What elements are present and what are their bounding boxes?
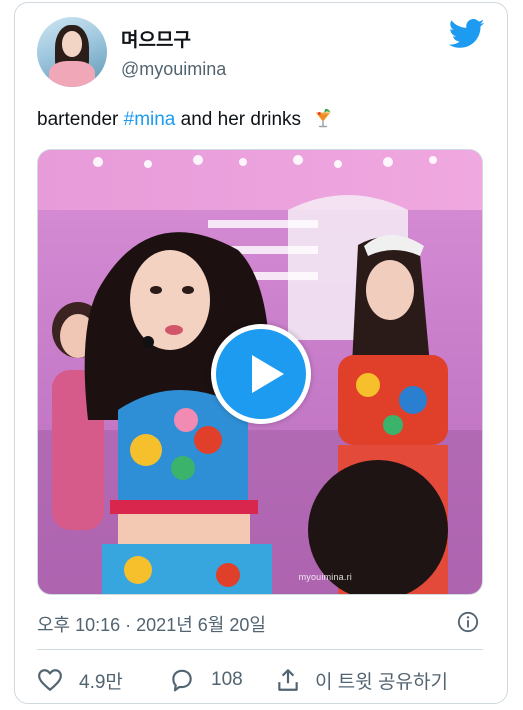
like-button[interactable]: 4.9만 [37,665,123,695]
play-icon [252,355,284,393]
info-icon[interactable] [457,611,479,633]
author-display-name[interactable]: 며으므구 [121,25,191,52]
tweet-card[interactable]: 며으므구 @myouimina bartender #mina and her … [14,2,508,704]
avatar[interactable] [37,17,107,87]
twitter-bird-icon[interactable] [449,19,485,49]
share-label: 이 트윗 공유하기 [315,671,448,693]
drink-emoji-icon [316,108,331,128]
reply-bubble-icon [172,669,192,692]
heart-icon [38,669,62,691]
video-thumbnail[interactable]: myouimina.ri [37,149,483,595]
tweet-text: bartender #mina and her drinks [37,107,334,131]
video-watermark: myouimina.ri [298,572,352,582]
avatar-outfit [49,61,95,87]
divider [37,649,483,650]
share-button[interactable]: 이 트윗 공유하기 [275,665,448,695]
action-bar: 4.9만 108 이 트윗 공유하기 [37,665,483,695]
play-button[interactable] [211,324,311,424]
share-icon [278,669,298,691]
author-handle[interactable]: @myouimina [121,59,226,80]
hashtag-link[interactable]: #mina [124,109,176,130]
avatar-face [62,31,82,57]
reply-button[interactable]: 108 [169,665,243,695]
reply-count: 108 [211,669,243,690]
like-count: 4.9만 [79,671,123,693]
tweet-text-prefix: bartender [37,109,124,130]
tweet-timestamp[interactable]: 오후 10:16 · 2021년 6월 20일 [37,611,266,637]
tweet-text-suffix: and her drinks [175,109,302,130]
